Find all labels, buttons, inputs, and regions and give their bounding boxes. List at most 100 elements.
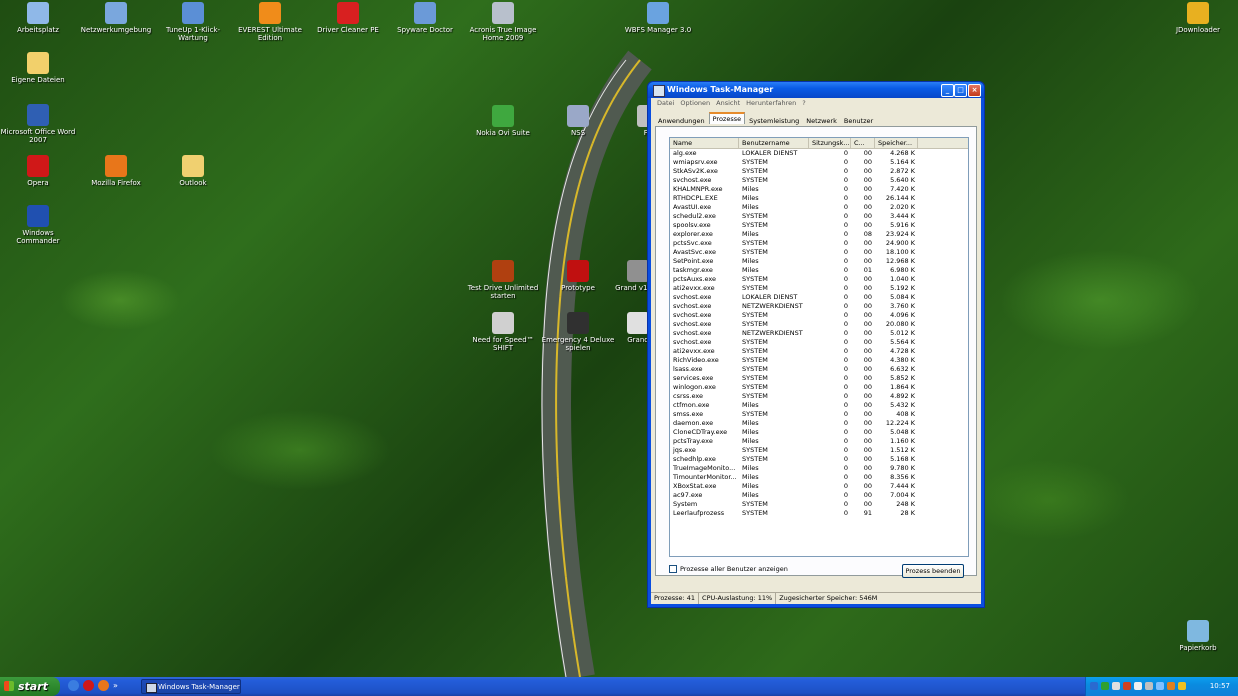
start-button[interactable]: start bbox=[0, 677, 60, 696]
tray-icon-7[interactable] bbox=[1156, 682, 1164, 690]
desktop-icon-word[interactable]: Microsoft Office Word 2007 bbox=[0, 104, 76, 144]
process-list[interactable]: Name Benutzername Sitzungsk... C... Speicher… bbox=[669, 137, 969, 557]
column-header-3[interactable]: C... bbox=[851, 138, 875, 148]
desktop-icon-test-drive[interactable]: Test Drive Unlimited starten bbox=[465, 260, 541, 300]
desktop-icon-nokia-ovi[interactable]: Nokia Ovi Suite bbox=[465, 105, 541, 137]
table-row[interactable]: alg.exe LOKALER DIENST 0 00 4.268 K bbox=[670, 149, 968, 158]
taskbar-task-manager-button[interactable]: Windows Task-Manager bbox=[141, 679, 241, 694]
tray-icon-8[interactable] bbox=[1167, 682, 1175, 690]
tray-icon-2[interactable] bbox=[1101, 682, 1109, 690]
desktop-icon-driver-cleaner[interactable]: Driver Cleaner PE bbox=[310, 2, 386, 34]
table-row[interactable]: StkASv2K.exe SYSTEM 0 00 2.872 K bbox=[670, 167, 968, 176]
desktop-icon-opera[interactable]: Opera bbox=[0, 155, 76, 187]
table-row[interactable]: daemon.exe Miles 0 00 12.224 K bbox=[670, 419, 968, 428]
checkbox-box[interactable] bbox=[669, 565, 677, 573]
minimize-button[interactable]: _ bbox=[941, 84, 954, 97]
table-row[interactable]: RichVideo.exe SYSTEM 0 00 4.380 K bbox=[670, 356, 968, 365]
quick-launch-overflow[interactable]: » bbox=[113, 680, 118, 693]
desktop-icon-acronis[interactable]: Acronis True Image Home 2009 bbox=[465, 2, 541, 42]
internet-explorer-icon[interactable] bbox=[68, 680, 79, 691]
table-row[interactable]: explorer.exe Miles 0 08 23.924 K bbox=[670, 230, 968, 239]
table-row[interactable]: services.exe SYSTEM 0 00 5.852 K bbox=[670, 374, 968, 383]
desktop-icon-firefox[interactable]: Mozilla Firefox bbox=[78, 155, 154, 187]
desktop-icon-recycle-bin[interactable]: Papierkorb bbox=[1160, 620, 1236, 652]
table-row[interactable]: RTHDCPL.EXE Miles 0 00 26.144 K bbox=[670, 194, 968, 203]
table-row[interactable]: ati2evxx.exe SYSTEM 0 00 4.728 K bbox=[670, 347, 968, 356]
desktop-icon-tuneup[interactable]: TuneUp 1-Klick-Wartung bbox=[155, 2, 231, 42]
firefox-icon[interactable] bbox=[98, 680, 109, 691]
maximize-button[interactable]: □ bbox=[954, 84, 967, 97]
tray-icon-5[interactable] bbox=[1134, 682, 1142, 690]
menu-item-3[interactable]: Herunterfahren bbox=[743, 98, 799, 108]
table-row[interactable]: pctsAuxs.exe SYSTEM 0 00 1.040 K bbox=[670, 275, 968, 284]
table-row[interactable]: svchost.exe SYSTEM 0 00 5.640 K bbox=[670, 176, 968, 185]
desktop-icon-network[interactable]: Netzwerkumgebung bbox=[78, 2, 154, 34]
menu-item-0[interactable]: Datei bbox=[654, 98, 677, 108]
table-row[interactable]: svchost.exe LOKALER DIENST 0 00 5.084 K bbox=[670, 293, 968, 302]
table-row[interactable]: taskmgr.exe Miles 0 01 6.980 K bbox=[670, 266, 968, 275]
table-row[interactable]: jqs.exe SYSTEM 0 00 1.512 K bbox=[670, 446, 968, 455]
desktop-icon-wbfs[interactable]: WBFS Manager 3.0 bbox=[620, 2, 696, 34]
table-row[interactable]: KHALMNPR.exe Miles 0 00 7.420 K bbox=[670, 185, 968, 194]
table-row[interactable]: AvastUI.exe Miles 0 00 2.020 K bbox=[670, 203, 968, 212]
table-row[interactable]: spoolsv.exe SYSTEM 0 00 5.916 K bbox=[670, 221, 968, 230]
tray-icon-1[interactable] bbox=[1090, 682, 1098, 690]
table-row[interactable]: AvastSvc.exe SYSTEM 0 00 18.100 K bbox=[670, 248, 968, 257]
table-row[interactable]: ac97.exe Miles 0 00 7.004 K bbox=[670, 491, 968, 500]
desktop-icon-nfs-shift[interactable]: Need for Speed™ SHIFT bbox=[465, 312, 541, 352]
column-header-2[interactable]: Sitzungsk... bbox=[809, 138, 851, 148]
table-row[interactable]: TrueImageMonito... Miles 0 00 9.780 K bbox=[670, 464, 968, 473]
tray-icon-3[interactable] bbox=[1112, 682, 1120, 690]
column-header-4[interactable]: Speicher... bbox=[875, 138, 918, 148]
tab-systemleistung[interactable]: Systemleistung bbox=[746, 116, 802, 126]
table-row[interactable]: svchost.exe NETZWERKDIENST 0 00 5.012 K bbox=[670, 329, 968, 338]
table-row[interactable]: schedul2.exe SYSTEM 0 00 3.444 K bbox=[670, 212, 968, 221]
desktop-icon-nss[interactable]: NSS bbox=[540, 105, 616, 137]
table-row[interactable]: Leerlaufprozess SYSTEM 0 91 28 K bbox=[670, 509, 968, 518]
desktop-icon-folder[interactable]: Eigene Dateien bbox=[0, 52, 76, 84]
table-row[interactable]: XBoxStat.exe Miles 0 00 7.444 K bbox=[670, 482, 968, 491]
tray-icon-9[interactable] bbox=[1178, 682, 1186, 690]
desktop-icon-spyware-doctor[interactable]: Spyware Doctor bbox=[387, 2, 463, 34]
menu-item-1[interactable]: Optionen bbox=[677, 98, 713, 108]
table-row[interactable]: svchost.exe SYSTEM 0 00 4.096 K bbox=[670, 311, 968, 320]
desktop-icon-windows-commander[interactable]: Windows Commander bbox=[0, 205, 76, 245]
desktop-icon-everest[interactable]: EVEREST Ultimate Edition bbox=[232, 2, 308, 42]
menu-item-4[interactable]: ? bbox=[799, 98, 808, 108]
table-row[interactable]: smss.exe SYSTEM 0 00 408 K bbox=[670, 410, 968, 419]
task-manager-window[interactable]: Windows Task-Manager _ □ × Datei Optionen… bbox=[647, 81, 985, 608]
show-all-users-checkbox[interactable]: Prozesse aller Benutzer anzeigen bbox=[669, 565, 788, 573]
table-row[interactable]: wmiapsrv.exe SYSTEM 0 00 5.164 K bbox=[670, 158, 968, 167]
desktop-icon-jdownloader[interactable]: JDownloader bbox=[1160, 2, 1236, 34]
table-row[interactable]: CloneCDTray.exe Miles 0 00 5.048 K bbox=[670, 428, 968, 437]
column-header-0[interactable]: Name bbox=[670, 138, 739, 148]
table-row[interactable]: pctsSvc.exe SYSTEM 0 00 24.900 K bbox=[670, 239, 968, 248]
tray-icon-6[interactable] bbox=[1145, 682, 1153, 690]
column-header-1[interactable]: Benutzername bbox=[739, 138, 809, 148]
table-row[interactable]: svchost.exe NETZWERKDIENST 0 00 3.760 K bbox=[670, 302, 968, 311]
close-button[interactable]: × bbox=[968, 84, 981, 97]
table-row[interactable]: lsass.exe SYSTEM 0 00 6.632 K bbox=[670, 365, 968, 374]
desktop-icon-outlook[interactable]: Outlook bbox=[155, 155, 231, 187]
table-row[interactable]: svchost.exe SYSTEM 0 00 5.564 K bbox=[670, 338, 968, 347]
tab-benutzer[interactable]: Benutzer bbox=[841, 116, 876, 126]
table-row[interactable]: SetPoint.exe Miles 0 00 12.968 K bbox=[670, 257, 968, 266]
opera-icon[interactable] bbox=[83, 680, 94, 691]
table-row[interactable]: pctsTray.exe Miles 0 00 1.160 K bbox=[670, 437, 968, 446]
desktop-icon-computer[interactable]: Arbeitsplatz bbox=[0, 2, 76, 34]
tray-icon-4[interactable] bbox=[1123, 682, 1131, 690]
menu-item-2[interactable]: Ansicht bbox=[713, 98, 743, 108]
title-bar[interactable]: Windows Task-Manager _ □ × bbox=[648, 82, 984, 98]
table-row[interactable]: ati2evxx.exe SYSTEM 0 00 5.192 K bbox=[670, 284, 968, 293]
table-row[interactable]: TimounterMonitor... Miles 0 00 8.356 K bbox=[670, 473, 968, 482]
tab-anwendungen[interactable]: Anwendungen bbox=[655, 116, 708, 126]
end-process-button[interactable]: Prozess beenden bbox=[902, 564, 964, 578]
tab-prozesse[interactable]: Prozesse bbox=[708, 112, 746, 124]
table-row[interactable]: schedhlp.exe SYSTEM 0 00 5.168 K bbox=[670, 455, 968, 464]
tab-netzwerk[interactable]: Netzwerk bbox=[803, 116, 840, 126]
table-row[interactable]: System SYSTEM 0 00 248 K bbox=[670, 500, 968, 509]
table-row[interactable]: ctfmon.exe Miles 0 00 5.432 K bbox=[670, 401, 968, 410]
table-row[interactable]: csrss.exe SYSTEM 0 00 4.892 K bbox=[670, 392, 968, 401]
table-row[interactable]: winlogon.exe SYSTEM 0 00 1.864 K bbox=[670, 383, 968, 392]
table-row[interactable]: svchost.exe SYSTEM 0 00 20.080 K bbox=[670, 320, 968, 329]
